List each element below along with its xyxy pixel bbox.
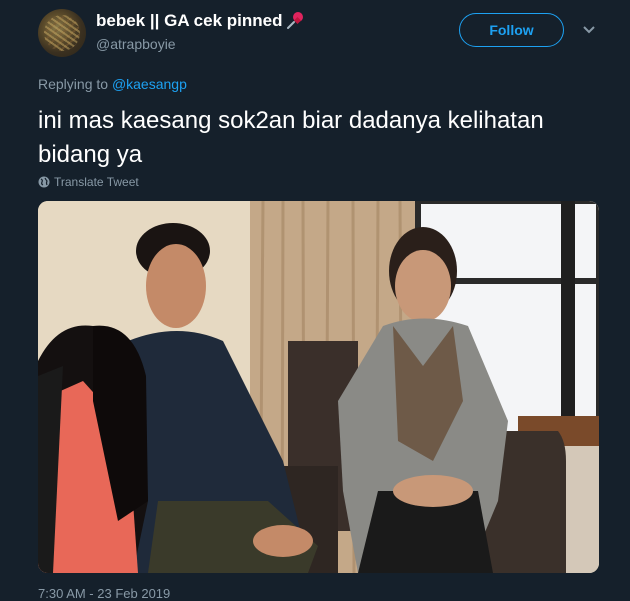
author-name-row[interactable]: bebek || GA cek pinned	[96, 11, 305, 31]
tweet-photo[interactable]	[38, 201, 599, 573]
pushpin-icon	[286, 12, 303, 29]
replying-prefix: Replying to	[38, 76, 112, 92]
user-handle[interactable]: @atrapboyie	[96, 36, 176, 52]
replying-to-line: Replying to @kaesangp	[38, 76, 187, 92]
photo-illustration	[38, 201, 599, 573]
chevron-down-icon[interactable]	[582, 25, 596, 35]
globe-icon	[38, 176, 50, 188]
tweet-timestamp[interactable]: 7:30 AM - 23 Feb 2019	[38, 587, 170, 601]
translate-tweet-link[interactable]: Translate Tweet	[38, 175, 139, 189]
reply-mention-link[interactable]: @kaesangp	[112, 76, 187, 92]
tweet-text: ini mas kaesang sok2an biar dadanya keli…	[38, 107, 544, 168]
follow-button[interactable]: Follow	[459, 13, 564, 47]
display-name[interactable]: bebek || GA cek pinned	[96, 11, 283, 31]
user-avatar[interactable]	[38, 9, 86, 57]
translate-label: Translate Tweet	[54, 175, 139, 189]
